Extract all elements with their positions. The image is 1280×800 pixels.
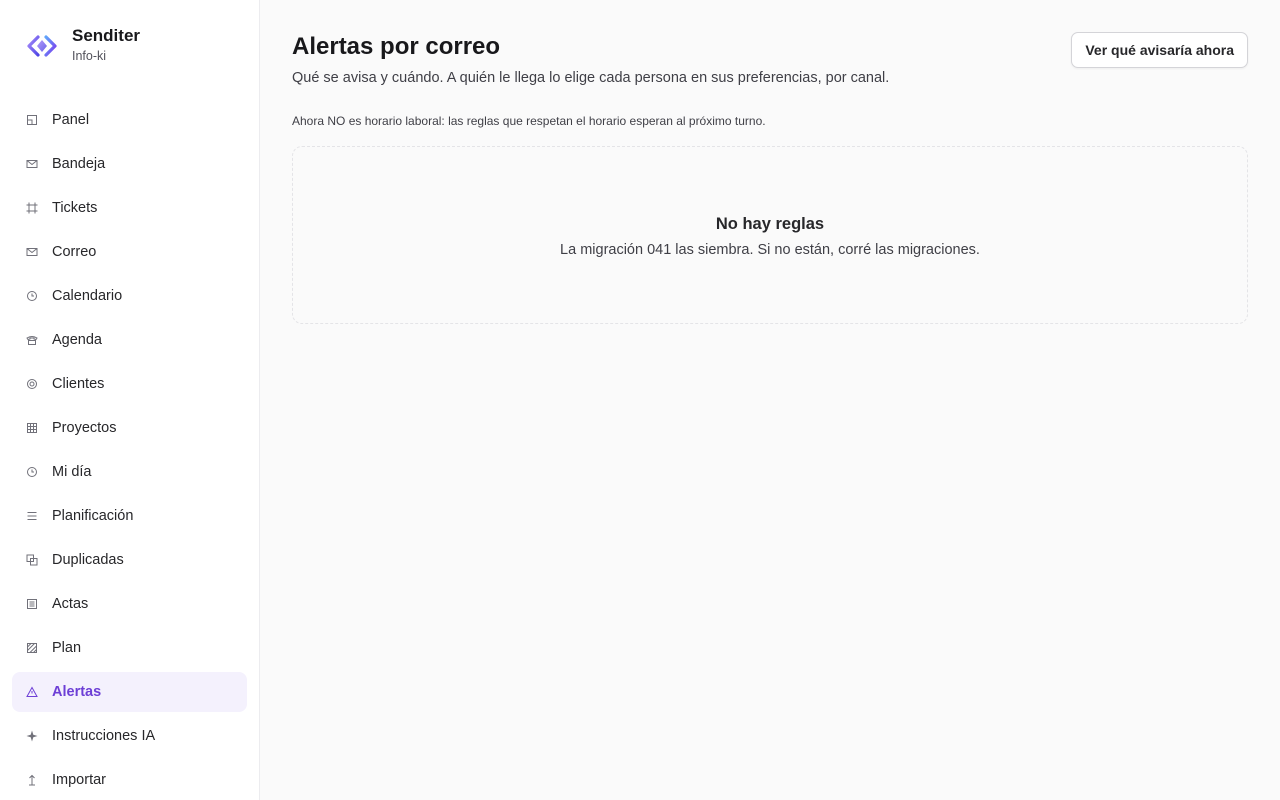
clock-icon: [25, 289, 39, 303]
sidebar-item-label: Mi día: [52, 464, 92, 480]
main-content: Alertas por correo Qué se avisa y cuándo…: [260, 0, 1280, 800]
page-title: Alertas por correo: [292, 33, 501, 60]
sidebar-item-label: Clientes: [52, 376, 105, 392]
preview-alerts-button[interactable]: Ver qué avisaría ahora: [1071, 32, 1248, 68]
sidebar-item-label: Proyectos: [52, 420, 117, 436]
copy-icon: [25, 553, 39, 567]
sidebar: Senditer Info-ki Panel Bandeja Tickets C…: [0, 0, 260, 800]
sidebar-item-plan[interactable]: Plan: [12, 628, 247, 668]
sidebar-item-correo[interactable]: Correo: [12, 232, 247, 272]
sidebar-item-clientes[interactable]: Clientes: [12, 364, 247, 404]
grid-icon: [25, 421, 39, 435]
hatched-square-icon: [25, 641, 39, 655]
sidebar-item-label: Tickets: [52, 200, 98, 216]
sidebar-item-label: Planificación: [52, 508, 134, 524]
sidebar-item-label: Instrucciones IA: [52, 728, 156, 744]
sidebar-item-label: Calendario: [52, 288, 123, 304]
page-subtitle: Qué se avisa y cuándo. A quién le llega …: [292, 70, 890, 86]
sidebar-item-label: Plan: [52, 640, 82, 656]
sidebar-item-calendario[interactable]: Calendario: [12, 276, 247, 316]
envelope-icon: [25, 157, 39, 171]
empty-state: No hay reglas La migración 041 las siemb…: [292, 146, 1248, 324]
list-icon: [25, 509, 39, 523]
sidebar-item-label: Actas: [52, 596, 89, 612]
sidebar-item-label: Agenda: [52, 332, 102, 348]
sidebar-item-actas[interactable]: Actas: [12, 584, 247, 624]
phone-icon: [25, 333, 39, 347]
sidebar-item-label: Bandeja: [52, 156, 106, 172]
sidebar-item-label: Panel: [52, 112, 90, 128]
brand-subtitle: Info-ki: [72, 49, 107, 63]
sidebar-nav: Panel Bandeja Tickets Correo Calendario …: [12, 100, 247, 800]
sidebar-item-duplicadas[interactable]: Duplicadas: [12, 540, 247, 580]
sidebar-item-importar[interactable]: Importar: [12, 760, 247, 800]
sidebar-item-bandeja[interactable]: Bandeja: [12, 144, 247, 184]
brand-name: Senditer: [72, 26, 141, 45]
warning-triangle-icon: [25, 685, 39, 699]
sidebar-item-mi-dia[interactable]: Mi día: [12, 452, 247, 492]
clock-icon: [25, 465, 39, 479]
panel-icon: [25, 113, 39, 127]
sidebar-item-label: Duplicadas: [52, 552, 124, 568]
mail-icon: [25, 245, 39, 259]
sidebar-item-alertas[interactable]: Alertas: [12, 672, 247, 712]
sidebar-item-label: Correo: [52, 244, 97, 260]
import-arrow-icon: [25, 773, 39, 787]
empty-state-title: No hay reglas: [715, 215, 825, 233]
target-icon: [25, 377, 39, 391]
empty-state-text: La migración 041 las siembra. Si no está…: [560, 242, 980, 258]
brand[interactable]: Senditer Info-ki: [26, 26, 140, 65]
brand-logo-icon: [27, 34, 57, 57]
business-hours-notice: Ahora NO es horario laboral: las reglas …: [292, 114, 766, 128]
sparkle-icon: [25, 729, 39, 743]
sidebar-item-instrucciones-ia[interactable]: Instrucciones IA: [12, 716, 247, 756]
sidebar-item-agenda[interactable]: Agenda: [12, 320, 247, 360]
sidebar-item-tickets[interactable]: Tickets: [12, 188, 247, 228]
sidebar-item-planificacion[interactable]: Planificación: [12, 496, 247, 536]
sidebar-item-proyectos[interactable]: Proyectos: [12, 408, 247, 448]
sidebar-item-label: Alertas: [52, 684, 102, 700]
document-icon: [25, 597, 39, 611]
sidebar-item-panel[interactable]: Panel: [12, 100, 247, 140]
sidebar-item-label: Importar: [52, 772, 106, 788]
ticket-icon: [25, 201, 39, 215]
